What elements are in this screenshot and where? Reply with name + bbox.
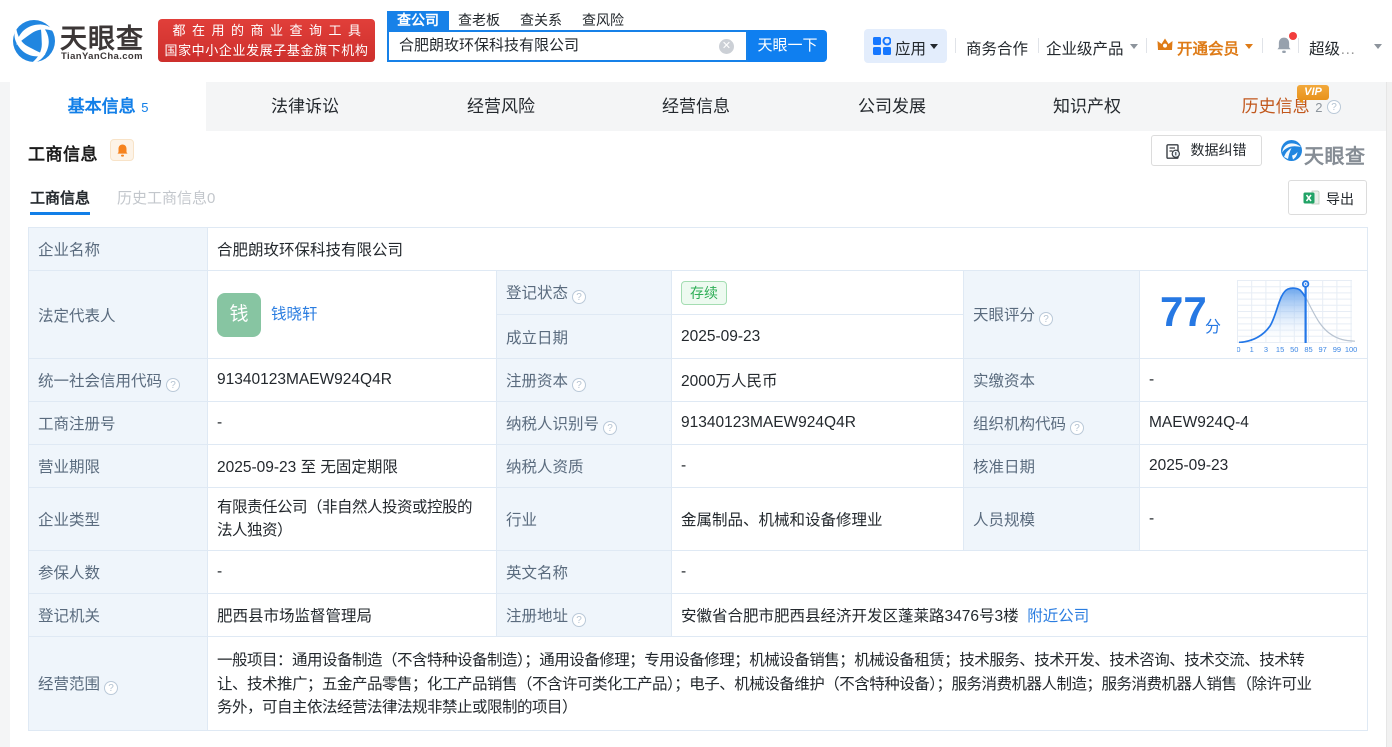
svg-text:97: 97 — [1319, 345, 1327, 354]
svg-text:85: 85 — [1304, 345, 1312, 354]
svg-text:100: 100 — [1345, 345, 1358, 354]
svg-text:0: 0 — [1237, 345, 1241, 354]
svg-text:15: 15 — [1276, 345, 1284, 354]
svg-text:99: 99 — [1333, 345, 1341, 354]
svg-text:1: 1 — [1250, 345, 1254, 354]
svg-text:50: 50 — [1290, 345, 1298, 354]
svg-text:3: 3 — [1264, 345, 1268, 354]
